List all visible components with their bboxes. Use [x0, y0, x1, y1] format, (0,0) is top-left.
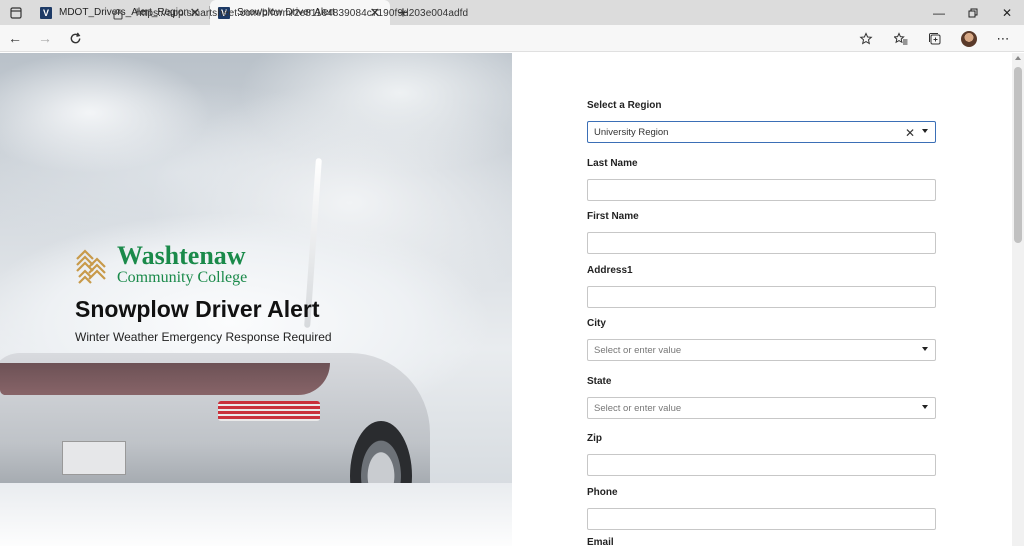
last-name-label: Last Name [587, 158, 638, 169]
region-value: University Region [594, 126, 669, 138]
page-content: Washtenaw Community College Snowplow Dri… [0, 53, 1024, 548]
email-label: Email [587, 537, 614, 548]
field-zip: Zip [587, 432, 936, 476]
logo-line1: Washtenaw [117, 241, 246, 270]
tab-actions-button[interactable] [0, 0, 32, 25]
field-email: Email [587, 536, 936, 550]
snowy-ground-image [0, 483, 512, 546]
logo-line2: Community College [117, 269, 248, 286]
more-options-icon[interactable]: ⋯ [988, 25, 1018, 52]
city-select[interactable]: Select or enter value [587, 339, 936, 361]
restore-icon[interactable] [956, 0, 990, 25]
field-state: State Select or enter value [587, 375, 936, 419]
form-panel: Select a Region University Region ✕ Last… [512, 53, 1012, 548]
smartsheet-icon: V [40, 6, 52, 19]
field-first-name: First Name [587, 210, 936, 254]
zip-input[interactable] [587, 454, 936, 476]
lock-icon[interactable] [110, 8, 126, 20]
field-address1: Address1 [587, 264, 936, 308]
page-subtitle: Winter Weather Emergency Response Requir… [75, 330, 332, 344]
field-last-name: Last Name [587, 157, 936, 201]
city-label: City [587, 318, 606, 329]
region-select[interactable]: University Region ✕ [587, 121, 936, 143]
scroll-up-icon[interactable] [1015, 56, 1021, 60]
field-region: Select a Region University Region ✕ [587, 99, 936, 143]
chevron-down-icon[interactable] [922, 129, 928, 133]
phone-input[interactable] [587, 508, 936, 530]
license-plate-image [62, 441, 126, 475]
first-name-label: First Name [587, 211, 639, 222]
zip-label: Zip [587, 433, 602, 444]
url-text[interactable]: https://app.smartsheet.com/b/form/2e8116… [136, 8, 468, 19]
state-label: State [587, 376, 612, 387]
college-logo-text: Washtenaw Community College [117, 243, 247, 286]
favorites-icon[interactable] [886, 25, 916, 52]
tab-actions-icon [10, 6, 22, 19]
avatar [961, 30, 977, 47]
close-window-icon[interactable]: ✕ [990, 0, 1024, 25]
chevron-down-icon[interactable] [922, 405, 928, 409]
scroll-thumb[interactable] [1014, 67, 1022, 243]
add-favorite-icon[interactable] [851, 25, 881, 52]
clear-icon[interactable]: ✕ [905, 126, 915, 140]
first-name-input[interactable] [587, 232, 936, 254]
taillight-image [218, 401, 320, 421]
chevron-down-icon[interactable] [922, 347, 928, 351]
page-title: Snowplow Driver Alert [75, 296, 320, 322]
profile-button[interactable] [954, 25, 984, 52]
back-icon[interactable]: ← [0, 25, 30, 52]
state-placeholder: Select or enter value [594, 402, 682, 414]
hero-banner: Washtenaw Community College Snowplow Dri… [0, 53, 512, 546]
minimize-icon[interactable]: — [922, 0, 956, 25]
field-phone: Phone [587, 486, 936, 530]
city-placeholder: Select or enter value [594, 344, 682, 356]
phone-label: Phone [587, 487, 618, 498]
car-trunk-image [0, 363, 330, 395]
last-name-input[interactable] [587, 179, 936, 201]
forward-icon[interactable]: → [30, 25, 60, 52]
field-city: City Select or enter value [587, 317, 936, 361]
college-logo: Washtenaw Community College [75, 243, 247, 286]
address1-label: Address1 [587, 265, 633, 276]
college-logo-icon [76, 248, 106, 284]
state-select[interactable]: Select or enter value [587, 397, 936, 419]
address-bar[interactable]: https://app.smartsheet.com/b/form/2e8116… [110, 3, 880, 24]
page-scrollbar[interactable] [1012, 53, 1024, 546]
refresh-icon[interactable] [60, 25, 90, 52]
collections-icon[interactable] [920, 25, 950, 52]
address1-input[interactable] [587, 286, 936, 308]
region-label: Select a Region [587, 100, 662, 111]
